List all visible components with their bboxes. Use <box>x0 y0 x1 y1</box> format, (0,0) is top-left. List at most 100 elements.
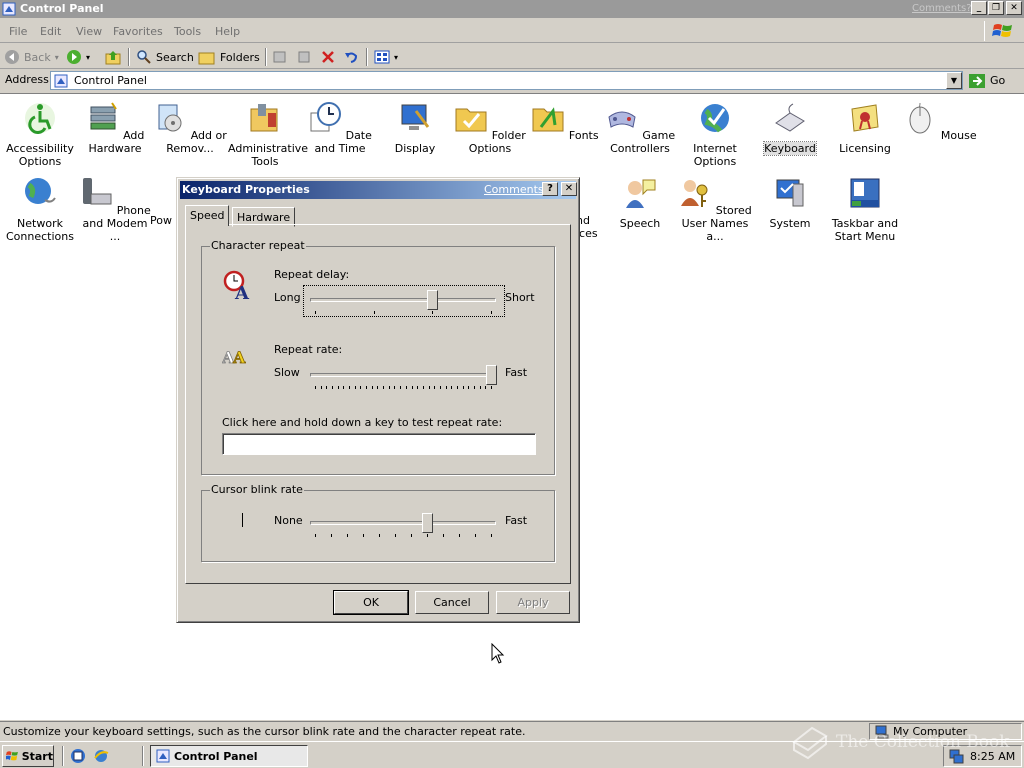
repeat-rate-icon: AA <box>222 348 246 367</box>
slider-tick <box>475 534 476 537</box>
watermark-book-icon <box>792 726 828 760</box>
help-button[interactable]: ? <box>542 182 558 196</box>
dialog-comments-link[interactable]: Comments? <box>484 183 549 196</box>
views-icon <box>374 50 390 64</box>
item-add-remove-programs[interactable]: Add or Remov... <box>153 101 227 155</box>
menu-tools[interactable]: Tools <box>174 25 201 38</box>
slider-tick <box>354 386 356 389</box>
slider-tick <box>422 386 424 389</box>
item-fonts[interactable]: Fonts <box>528 101 602 142</box>
item-system[interactable]: System <box>753 176 827 230</box>
slider-tick <box>363 534 364 537</box>
apply-button[interactable]: Apply <box>496 591 570 614</box>
item-internet-options[interactable]: Internet Options <box>678 101 752 168</box>
ok-button[interactable]: OK <box>333 590 409 615</box>
control-panel-icon <box>156 749 170 763</box>
slider-tick <box>371 386 373 389</box>
cursor-blink-rate-legend: Cursor blink rate <box>210 483 304 496</box>
repeat-rate-thumb[interactable] <box>486 365 497 385</box>
slider-tick <box>462 386 464 389</box>
slider-tick <box>315 311 316 314</box>
menu-help[interactable]: Help <box>215 25 240 38</box>
comments-link[interactable]: Comments? <box>912 3 972 14</box>
item-label: Administrative Tools <box>228 142 309 168</box>
dialog-close-button[interactable]: ✕ <box>561 182 577 196</box>
cursor-blink-thumb[interactable] <box>421 513 433 533</box>
menu-bar: File Edit View Favorites Tools Help <box>0 20 1024 43</box>
keyboard-properties-dialog: Keyboard Properties Comments? ? ✕ Speed … <box>176 177 580 623</box>
item-mouse[interactable]: Mouse <box>903 101 977 142</box>
undo-button[interactable] <box>343 48 359 66</box>
quick-launch-desktop-icon[interactable] <box>70 748 86 764</box>
address-dropdown-button[interactable]: ▼ <box>946 72 962 89</box>
menu-favorites[interactable]: Favorites <box>113 25 163 38</box>
copy-to-icon <box>298 51 310 63</box>
item-stored-user-names[interactable]: Stored User Names a... <box>678 176 752 243</box>
repeat-delay-thumb[interactable] <box>427 290 439 310</box>
menu-file[interactable]: File <box>9 25 27 38</box>
forward-button[interactable]: ▾ <box>66 48 90 66</box>
item-label: Internet Options <box>693 142 737 168</box>
cancel-button[interactable]: Cancel <box>415 591 489 614</box>
quick-launch-ie-icon[interactable] <box>93 748 109 764</box>
start-button[interactable]: Start <box>2 745 54 767</box>
item-licensing[interactable]: Licensing <box>828 101 902 155</box>
slider-tick <box>366 386 368 389</box>
slider-tick <box>320 386 322 389</box>
slider-tick <box>427 534 428 537</box>
restore-button[interactable]: ❐ <box>988 1 1004 15</box>
item-date-and-time[interactable]: Date and Time <box>303 101 377 155</box>
item-folder-options[interactable]: Folder Options <box>453 101 527 155</box>
cursor-blink-ticks <box>315 534 492 537</box>
game-controllers-icon <box>608 111 636 128</box>
search-label: Search <box>156 50 194 64</box>
cursor-blink-slider[interactable] <box>304 509 504 539</box>
copy-to-button[interactable] <box>296 48 312 66</box>
item-speech[interactable]: Speech <box>603 176 677 230</box>
item-game-controllers[interactable]: Game Controllers <box>603 101 677 155</box>
repeat-test-input[interactable] <box>222 433 536 455</box>
cursor-blink-preview <box>242 513 243 527</box>
up-folder-button[interactable] <box>105 48 123 66</box>
slider-tick <box>394 386 396 389</box>
item-administrative-tools[interactable]: Administrative Tools <box>228 101 308 168</box>
item-sounds-and-audio-devices[interactable]: nd ices <box>576 176 604 240</box>
control-panel-icon <box>54 74 68 87</box>
minimize-button[interactable]: _ <box>971 1 987 15</box>
slider-tick <box>428 386 430 389</box>
display-icon <box>401 104 430 130</box>
item-keyboard[interactable]: Keyboard <box>753 101 827 156</box>
close-button[interactable]: ✕ <box>1006 1 1022 15</box>
repeat-test-label: Click here and hold down a key to test r… <box>222 416 503 429</box>
search-button[interactable]: Search <box>136 48 194 66</box>
go-button[interactable]: Go <box>968 71 1005 90</box>
menu-view[interactable]: View <box>76 25 102 38</box>
views-button[interactable]: ▾ <box>374 48 398 66</box>
tab-speed[interactable]: Speed <box>185 205 230 226</box>
item-phone-and-modem[interactable]: Phone and Modem ... <box>78 176 152 243</box>
slider-tick <box>468 386 470 389</box>
window-title-bar[interactable]: Control Panel Comments? _ ❐ ✕ <box>0 0 1024 18</box>
taskbar-separator <box>142 746 144 766</box>
address-field[interactable]: Control Panel ▼ <box>50 71 963 90</box>
item-accessibility-options[interactable]: Accessibility Options <box>3 101 77 168</box>
item-taskbar-and-start-menu[interactable]: Taskbar and Start Menu <box>828 176 902 243</box>
windows-flag-icon <box>6 751 18 761</box>
taskbar-control-panel-button[interactable]: Control Panel <box>150 745 308 767</box>
move-to-button[interactable] <box>272 48 288 66</box>
menu-edit[interactable]: Edit <box>40 25 61 38</box>
back-button[interactable]: Back ▾ <box>4 48 59 66</box>
repeat-rate-min-label: Slow <box>274 366 300 379</box>
go-arrow-icon <box>969 73 985 88</box>
folders-button[interactable]: Folders <box>198 48 260 66</box>
repeat-rate-slider[interactable] <box>304 361 504 391</box>
item-display[interactable]: Display <box>378 101 452 155</box>
item-power-options[interactable]: Pow <box>150 176 178 227</box>
repeat-delay-slider[interactable] <box>303 285 505 317</box>
item-label: Pow <box>150 214 172 227</box>
item-network-connections[interactable]: Network Connections <box>3 176 77 243</box>
dialog-title-bar[interactable]: Keyboard Properties Comments? ? ✕ <box>180 181 577 199</box>
item-add-hardware[interactable]: Add Hardware <box>78 101 152 155</box>
phone-modem-icon <box>83 178 112 205</box>
delete-button[interactable] <box>320 48 336 66</box>
